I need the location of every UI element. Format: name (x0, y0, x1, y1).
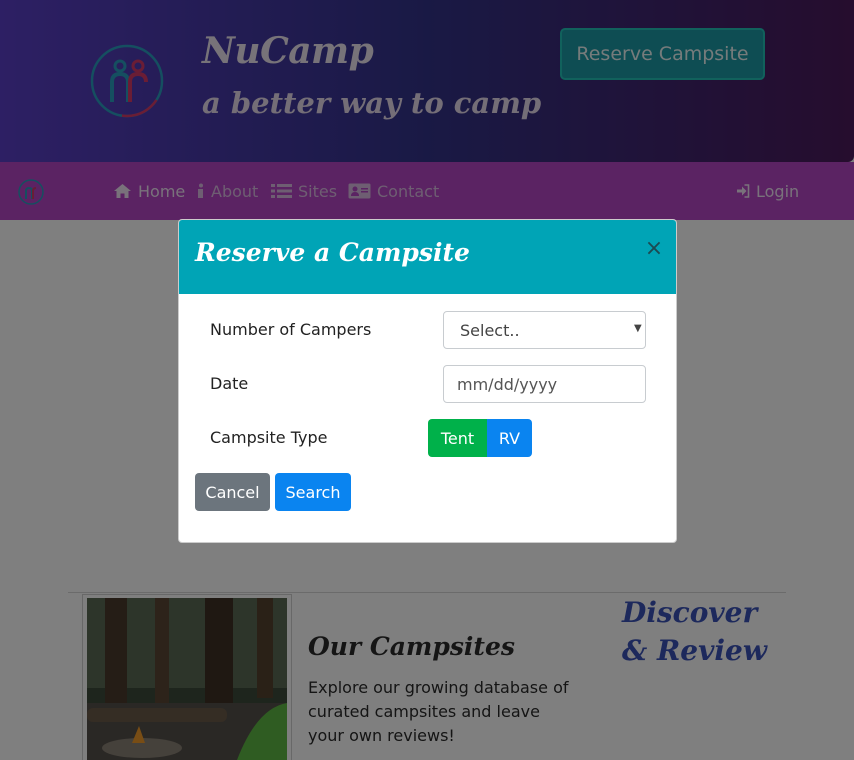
close-icon[interactable]: × (641, 236, 667, 262)
rv-button[interactable]: RV (487, 419, 532, 457)
modal-header: Reserve a Campsite × (179, 220, 676, 294)
caret-down-icon: ▼ (634, 323, 642, 334)
date-placeholder: mm/dd/yyyy (457, 374, 558, 394)
modal-title: Reserve a Campsite (195, 238, 470, 267)
search-button[interactable]: Search (275, 473, 351, 511)
tent-button[interactable]: Tent (428, 419, 487, 457)
date-label: Date (210, 374, 249, 393)
date-input[interactable]: mm/dd/yyyy (443, 365, 646, 403)
campers-select[interactable]: Select.. ▼ (443, 311, 646, 349)
campers-select-value: Select.. (460, 320, 520, 340)
reserve-modal: Reserve a Campsite × Number of Campers S… (178, 219, 677, 543)
campsite-type-label: Campsite Type (210, 428, 328, 447)
cancel-button[interactable]: Cancel (195, 473, 270, 511)
campers-label: Number of Campers (210, 320, 372, 339)
